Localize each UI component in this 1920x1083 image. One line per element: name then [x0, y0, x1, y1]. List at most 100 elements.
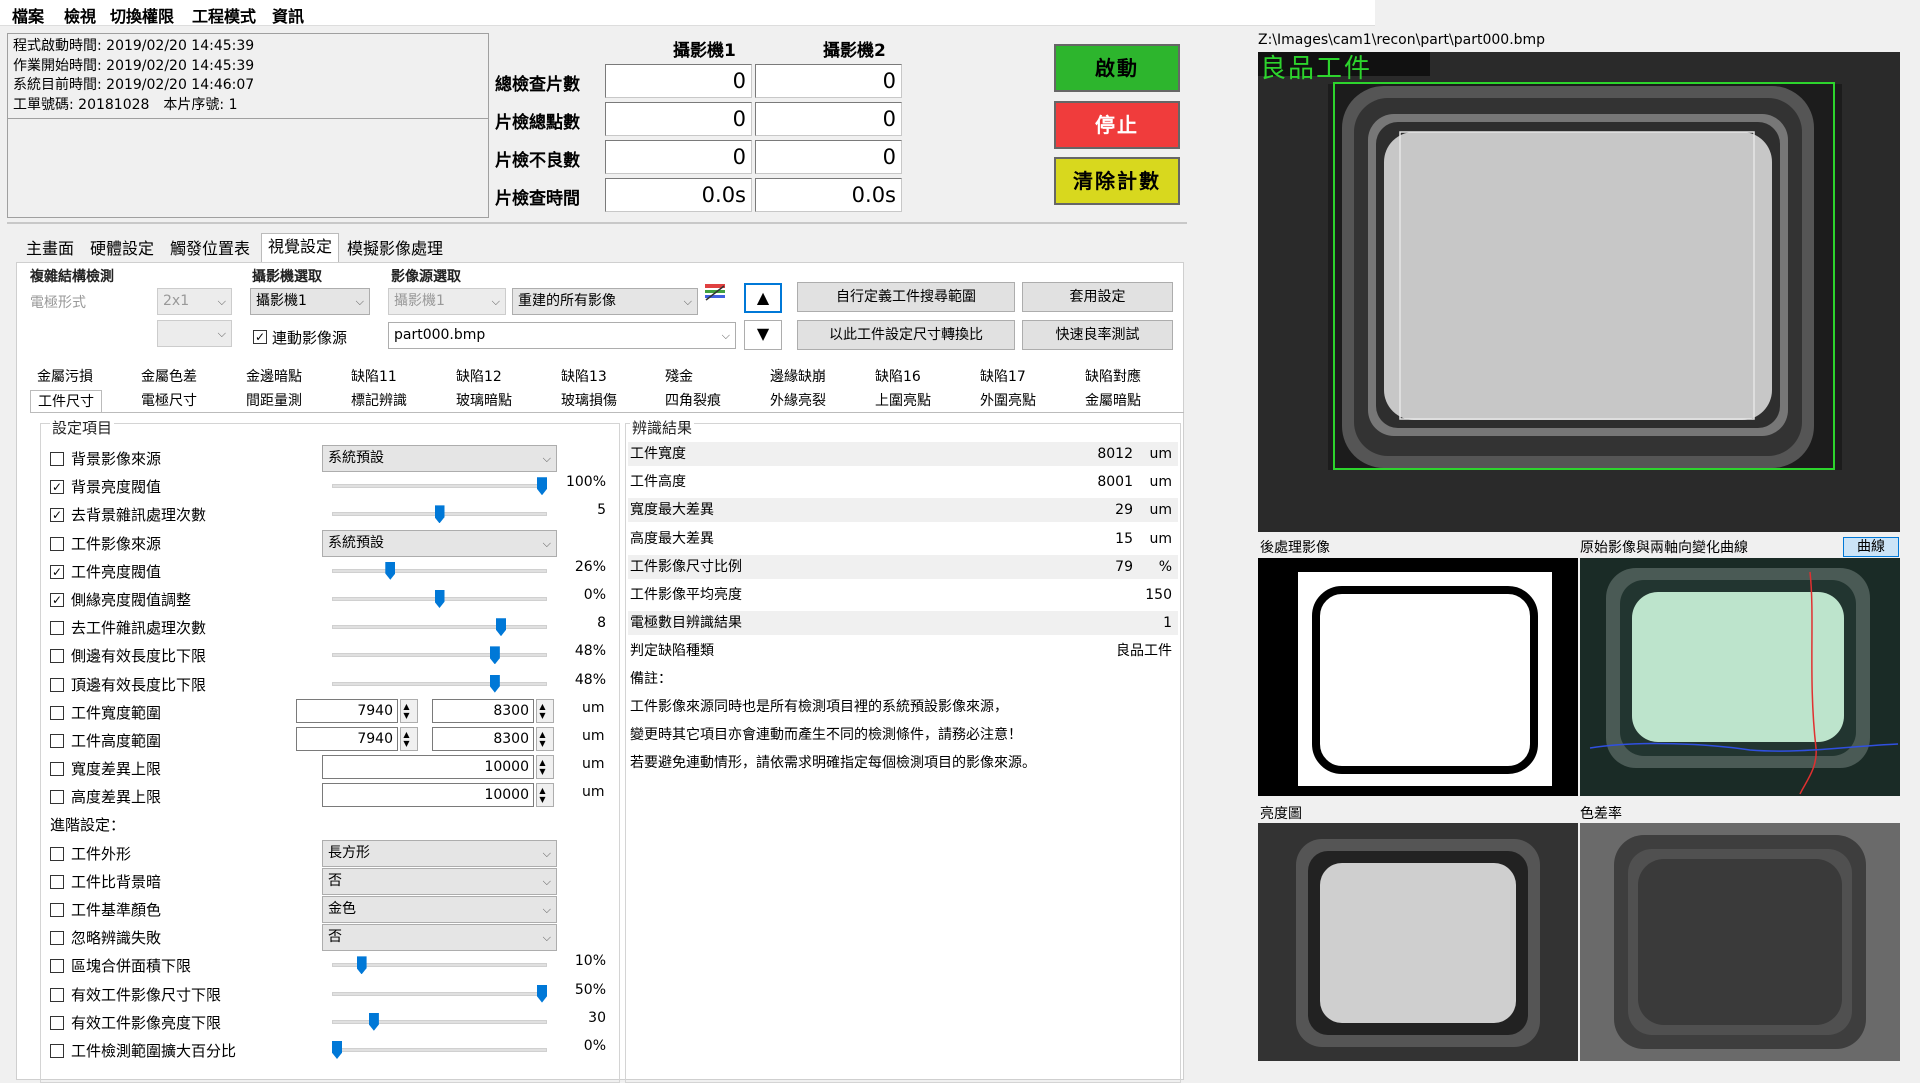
setting-checkbox-0[interactable]: [50, 452, 64, 466]
subtab-top-7[interactable]: 邊緣缺崩: [770, 366, 826, 388]
tab-simulation[interactable]: 模擬影像處理: [347, 236, 443, 262]
setting-checkbox-adv-1[interactable]: [50, 874, 64, 889]
menu-info[interactable]: 資訊: [272, 3, 304, 27]
subtab-top-3[interactable]: 缺陷11: [351, 366, 397, 388]
subtab-top-4[interactable]: 缺陷12: [456, 366, 502, 388]
set-size-ratio-button[interactable]: 以此工件設定尺寸轉換比: [797, 320, 1015, 350]
menu-file[interactable]: 檔案: [12, 3, 44, 27]
setting-checkbox-2[interactable]: ✓: [50, 508, 64, 523]
setting-max-spinner-10[interactable]: ▲▼: [536, 727, 554, 751]
subtab-top-1[interactable]: 金屬色差: [141, 366, 197, 388]
setting-input-11[interactable]: 10000: [322, 755, 534, 780]
setting-checkbox-4[interactable]: ✓: [50, 564, 64, 579]
setting-spinner-12[interactable]: ▲▼: [536, 783, 554, 808]
subtab-top-9[interactable]: 缺陷17: [980, 366, 1026, 388]
link-source-checkbox[interactable]: ✓: [253, 330, 267, 344]
tab-main[interactable]: 主畫面: [26, 236, 74, 262]
subtab-top-2[interactable]: 金邊暗點: [246, 366, 302, 388]
subtab-bottom-1[interactable]: 電極尺寸: [141, 390, 197, 412]
subtab-bottom-2[interactable]: 間距量測: [246, 390, 302, 412]
setting-checkbox-7[interactable]: [50, 649, 64, 664]
tab-hardware[interactable]: 硬體設定: [90, 236, 154, 262]
file-combo[interactable]: part000.bmp ⌵: [388, 322, 736, 349]
setting-max-input-10[interactable]: 8300: [432, 727, 534, 751]
setting-checkbox-adv-5[interactable]: [50, 987, 64, 1002]
palette-icon[interactable]: [704, 282, 726, 302]
setting-checkbox-adv-3[interactable]: [50, 931, 64, 946]
setting-combo-adv-3[interactable]: 否 ⌵: [322, 924, 557, 952]
camera-select-combo[interactable]: 攝影機1 ⌵: [250, 288, 370, 315]
setting-checkbox-11[interactable]: [50, 762, 64, 777]
setting-slider-track-7[interactable]: [332, 653, 547, 658]
custom-search-range-button[interactable]: 自行定義工件搜尋範圍: [797, 282, 1015, 312]
setting-checkbox-adv-2[interactable]: [50, 903, 64, 917]
setting-checkbox-9[interactable]: [50, 705, 64, 720]
subtab-top-5[interactable]: 缺陷13: [561, 366, 607, 388]
setting-combo-adv-2[interactable]: 金色 ⌵: [322, 896, 557, 923]
brightness-map-view[interactable]: [1258, 823, 1578, 1061]
menu-view[interactable]: 檢視: [64, 3, 96, 27]
processed-image-view[interactable]: [1258, 558, 1578, 796]
subtab-top-10[interactable]: 缺陷對應: [1085, 366, 1141, 388]
setting-slider-track-adv-7[interactable]: [332, 1048, 547, 1052]
setting-min-spinner-9[interactable]: ▲▼: [400, 698, 418, 723]
electrode-type-combo: 2x1 ⌵: [157, 288, 232, 315]
menu-switch-permission[interactable]: 切換權限: [110, 3, 174, 27]
setting-checkbox-1[interactable]: ✓: [50, 480, 64, 495]
curve-image-view[interactable]: [1580, 558, 1900, 796]
setting-slider-track-8[interactable]: [332, 681, 547, 686]
main-image-view[interactable]: 良品工件: [1258, 52, 1900, 532]
setting-checkbox-adv-4[interactable]: [50, 959, 64, 974]
setting-input-12[interactable]: 10000: [322, 783, 534, 808]
subtab-top-6[interactable]: 殘金: [665, 366, 693, 388]
subtab-bottom-4[interactable]: 玻璃暗點: [456, 390, 512, 412]
subtab-top-0[interactable]: 金屬污損: [37, 366, 93, 388]
setting-slider-track-1[interactable]: [332, 484, 547, 489]
setting-checkbox-6[interactable]: [50, 621, 64, 636]
setting-checkbox-adv-7[interactable]: [50, 1044, 64, 1058]
subtab-bottom-6[interactable]: 四角裂痕: [665, 390, 721, 412]
next-image-button[interactable]: ▼: [744, 320, 782, 350]
setting-combo-adv-1[interactable]: 否 ⌵: [322, 867, 557, 895]
source-mode-combo[interactable]: 重建的所有影像 ⌵: [512, 288, 698, 315]
setting-checkbox-5[interactable]: ✓: [50, 593, 64, 607]
setting-checkbox-10[interactable]: [50, 734, 64, 748]
subtab-bottom-3[interactable]: 標記辨識: [351, 390, 407, 412]
setting-max-spinner-9[interactable]: ▲▼: [536, 698, 554, 723]
start-button[interactable]: 啟動: [1054, 44, 1180, 92]
stop-button[interactable]: 停止: [1054, 101, 1180, 149]
setting-checkbox-12[interactable]: [50, 790, 64, 805]
setting-slider-track-adv-6[interactable]: [332, 1019, 547, 1024]
setting-combo-3[interactable]: 系統預設 ⌵: [322, 529, 557, 557]
quick-yield-test-button[interactable]: 快速良率測試: [1022, 320, 1173, 350]
color-diff-view[interactable]: [1580, 823, 1900, 1061]
setting-min-spinner-10[interactable]: ▲▼: [400, 727, 418, 751]
setting-slider-track-4[interactable]: [332, 568, 547, 573]
curve-button[interactable]: 曲線: [1843, 537, 1899, 557]
clear-count-button[interactable]: 清除計數: [1054, 157, 1180, 205]
setting-spinner-11[interactable]: ▲▼: [536, 755, 554, 780]
subtab-bottom-8[interactable]: 上圍亮點: [875, 390, 931, 412]
setting-checkbox-adv-0[interactable]: [50, 846, 64, 861]
apply-settings-button[interactable]: 套用設定: [1022, 282, 1173, 312]
subtab-bottom-5[interactable]: 玻璃損傷: [561, 390, 617, 412]
setting-combo-adv-0[interactable]: 長方形 ⌵: [322, 839, 557, 867]
subtab-bottom-10[interactable]: 金屬暗點: [1085, 390, 1141, 412]
subtab-top-8[interactable]: 缺陷16: [875, 366, 921, 388]
tab-trigger-table[interactable]: 觸發位置表: [170, 236, 250, 262]
subtab-bottom-0[interactable]: 工件尺寸: [30, 390, 102, 412]
setting-checkbox-3[interactable]: [50, 536, 64, 551]
setting-checkbox-8[interactable]: [50, 677, 64, 692]
prev-image-button[interactable]: ▲: [744, 283, 782, 313]
setting-checkbox-adv-6[interactable]: [50, 1015, 64, 1030]
setting-min-input-9[interactable]: 7940: [296, 698, 398, 723]
setting-slider-track-6[interactable]: [332, 625, 547, 630]
subtab-bottom-7[interactable]: 外緣亮裂: [770, 390, 826, 412]
menu-engineering-mode[interactable]: 工程模式: [192, 3, 256, 27]
setting-max-input-9[interactable]: 8300: [432, 698, 534, 723]
subtab-bottom-9[interactable]: 外圍亮點: [980, 390, 1036, 412]
setting-slider-track-adv-5[interactable]: [332, 991, 547, 996]
setting-min-input-10[interactable]: 7940: [296, 727, 398, 751]
setting-combo-0[interactable]: 系統預設 ⌵: [322, 445, 557, 472]
tab-vision-settings[interactable]: 視覺設定: [261, 233, 340, 263]
